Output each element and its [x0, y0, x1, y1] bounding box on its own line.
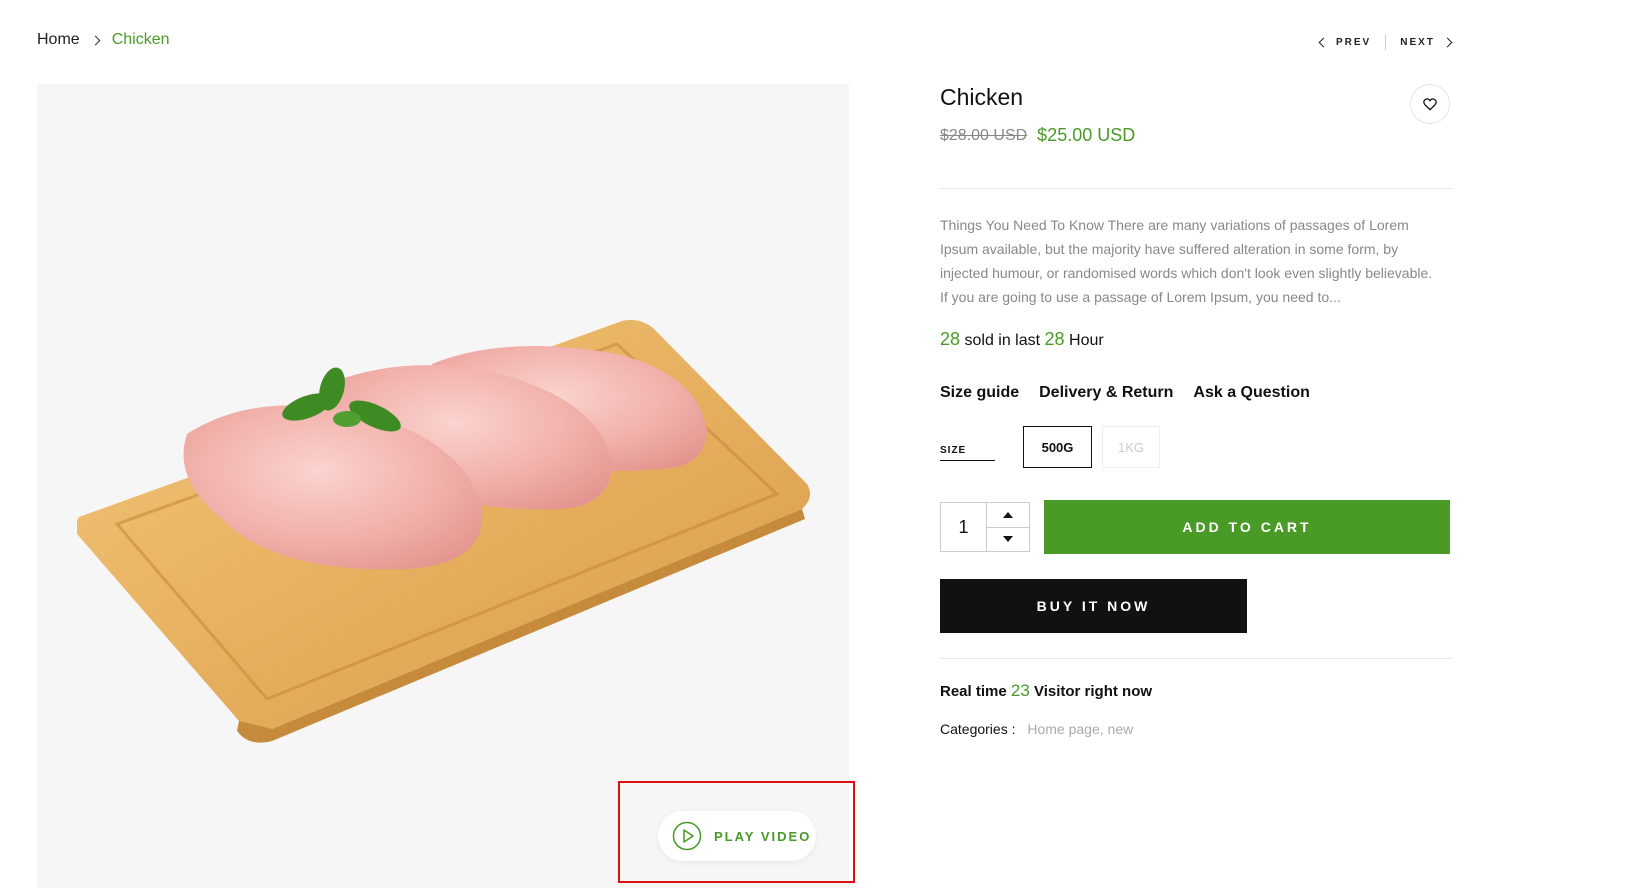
play-video-button[interactable]: PLAY VIDEO [658, 811, 816, 861]
breadcrumb: Home Chicken [37, 31, 170, 49]
product-gallery [37, 84, 849, 888]
next-label: NEXT [1400, 36, 1435, 48]
caret-up-icon [1003, 511, 1013, 518]
sold-counter: 28 sold in last 28 Hour [940, 329, 1452, 350]
category-links[interactable]: Home page, new [1027, 721, 1133, 737]
sold-text: sold in last [964, 332, 1041, 349]
categories-label: Categories : [940, 721, 1016, 737]
visitor-counter: Real time 23 Visitor right now [940, 681, 1452, 701]
chevron-right-icon [1442, 37, 1453, 47]
sold-count: 28 [940, 329, 961, 349]
play-icon [672, 821, 702, 851]
ask-question-link[interactable]: Ask a Question [1193, 384, 1309, 402]
delivery-return-link[interactable]: Delivery & Return [1039, 384, 1173, 402]
play-video-highlight: PLAY VIDEO [618, 781, 855, 883]
cart-row: 1 ADD TO CART [940, 500, 1452, 554]
next-product-link[interactable]: NEXT [1400, 36, 1453, 48]
compare-price: $28.00 USD [940, 126, 1028, 144]
visitor-count: 23 [1010, 681, 1030, 700]
chevron-right-icon [90, 34, 102, 46]
quantity-increase-button[interactable] [987, 503, 1029, 527]
info-links: Size guide Delivery & Return Ask a Quest… [940, 384, 1452, 402]
quantity-stepper: 1 [940, 502, 1030, 552]
sold-unit: Hour [1069, 332, 1104, 349]
product-info: Chicken $28.00 USD $25.00 USD Things You… [940, 84, 1452, 737]
size-guide-link[interactable]: Size guide [940, 384, 1019, 402]
sale-price: $25.00 USD [1037, 125, 1136, 145]
buy-now-button[interactable]: BUY IT NOW [940, 579, 1247, 633]
categories: Categories : Home page, new [940, 721, 1452, 737]
add-to-cart-button[interactable]: ADD TO CART [1044, 500, 1450, 554]
product-pager: PREV NEXT [1318, 34, 1453, 50]
product-description: Things You Need To Know There are many v… [940, 217, 1433, 305]
heart-icon [1423, 97, 1437, 110]
divider [940, 188, 1452, 189]
prev-product-link[interactable]: PREV [1318, 36, 1372, 48]
size-label: SIZE [940, 445, 995, 461]
prev-label: PREV [1336, 36, 1372, 48]
quantity-decrease-button[interactable] [987, 526, 1029, 552]
play-video-label: PLAY VIDEO [714, 828, 812, 844]
size-selector: SIZE 500G 1KG [940, 426, 1452, 468]
size-option-500g[interactable]: 500G [1023, 426, 1092, 468]
visitor-prefix: Real time [940, 683, 1007, 700]
size-option-1kg[interactable]: 1KG [1102, 426, 1160, 468]
divider [940, 658, 1452, 659]
price-row: $28.00 USD $25.00 USD [940, 125, 1452, 146]
breadcrumb-current: Chicken [111, 31, 170, 48]
quantity-input[interactable]: 1 [941, 503, 987, 551]
caret-down-icon [1003, 536, 1013, 543]
chevron-left-icon [1318, 37, 1329, 47]
pager-divider [1385, 34, 1387, 50]
visitor-suffix: Visitor right now [1033, 683, 1153, 700]
wishlist-button[interactable] [1410, 84, 1450, 124]
quantity-steps [987, 503, 1029, 551]
product-title: Chicken [940, 84, 1024, 110]
breadcrumb-home-link[interactable]: Home [37, 31, 80, 49]
product-image [77, 319, 811, 743]
sold-hours: 28 [1044, 329, 1065, 349]
